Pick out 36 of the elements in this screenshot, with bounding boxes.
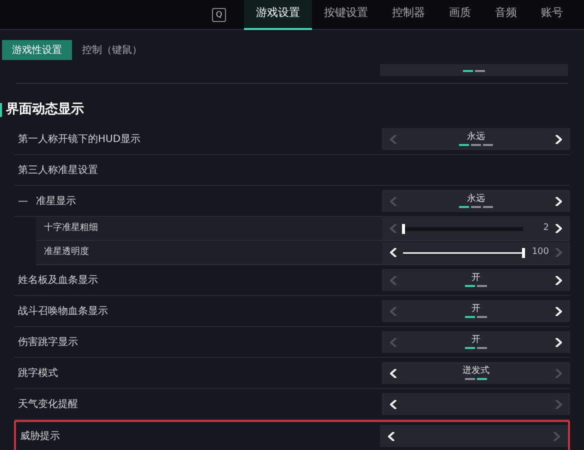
section-title: 界面动态显示	[6, 101, 84, 120]
nav-tab[interactable]: 画质	[437, 0, 483, 30]
setting-value: 永远	[467, 194, 485, 204]
slider-reading: 100	[530, 246, 549, 259]
setting-value: 开	[472, 304, 480, 314]
dash-mark: —	[18, 194, 28, 208]
setting-control[interactable]: 2	[382, 218, 570, 240]
setting-label: 威胁提示	[20, 430, 60, 444]
nav-tab[interactable]: 游戏设置	[244, 0, 312, 30]
setting-label: 十字准星粗细	[44, 222, 98, 235]
section-marker	[0, 103, 2, 117]
setting-label: 第一人称开镜下的HUD显示	[18, 132, 141, 146]
setting-value: 永远	[467, 132, 485, 142]
setting-label: 跳字模式	[18, 366, 58, 380]
setting-label: 战斗召唤物血条显示	[18, 304, 108, 318]
setting-label: 姓名板及血条显示	[18, 274, 98, 288]
nav-tab[interactable]: 音频	[483, 0, 529, 30]
slider-reading: 2	[542, 222, 549, 235]
sub-tab[interactable]: 控制（键鼠）	[72, 40, 152, 60]
setting-control[interactable]	[380, 64, 568, 76]
setting-value: 迸发式	[462, 366, 490, 376]
key-hint: Q	[212, 8, 226, 22]
setting-label: 天气变化提醒	[18, 398, 78, 412]
slider-thumb[interactable]	[402, 224, 404, 234]
setting-label: 准星显示	[36, 194, 76, 208]
nav-tab[interactable]: 控制器	[380, 0, 437, 30]
setting-label: 第三人称准星设置	[18, 164, 98, 178]
slider-thumb[interactable]	[522, 248, 524, 258]
setting-label: 伤害跳字显示	[18, 336, 78, 350]
setting-value: 开	[472, 335, 480, 345]
sub-tab[interactable]: 游戏性设置	[2, 40, 72, 60]
setting-value: 开	[472, 273, 480, 283]
setting-label: 准星透明度	[44, 246, 89, 259]
nav-tab[interactable]: 账号	[529, 0, 575, 30]
setting-control[interactable]: 100	[382, 242, 570, 264]
nav-tab[interactable]: 按键设置	[312, 0, 380, 30]
